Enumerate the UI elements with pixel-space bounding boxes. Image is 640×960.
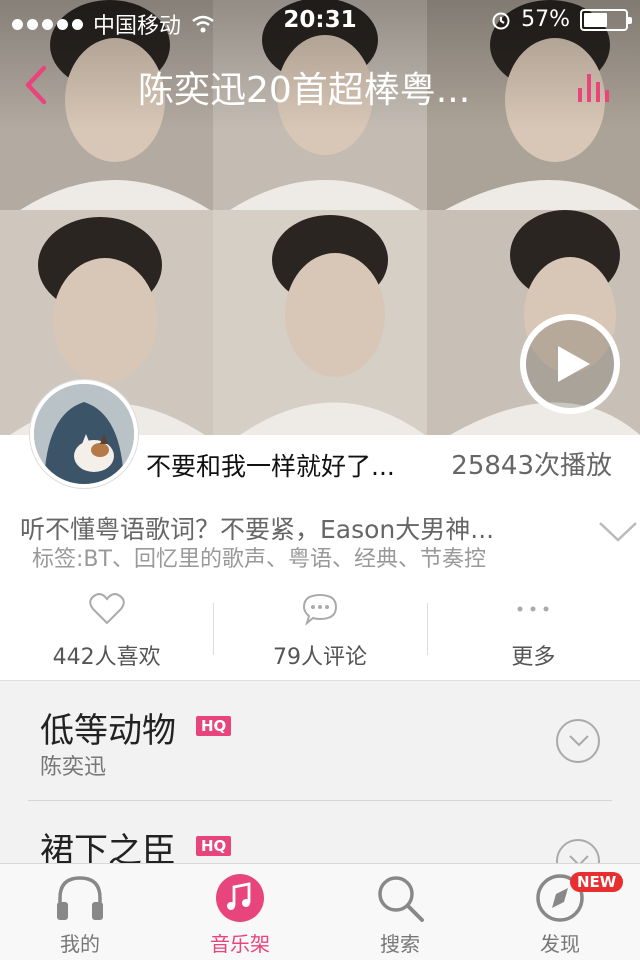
play-count: 25843次播放	[451, 451, 612, 481]
creator-avatar[interactable]	[30, 380, 138, 488]
hq-badge: HQ	[196, 836, 232, 856]
nav-bar: 陈奕迅20首超棒粤...	[0, 50, 640, 120]
tab-label: 我的	[60, 932, 100, 956]
chevron-down-icon	[569, 855, 589, 863]
tab-label: 音乐架	[210, 932, 270, 956]
song-row[interactable]: 裙下之臣 HQ	[28, 801, 612, 863]
hq-badge: HQ	[196, 716, 232, 736]
back-button[interactable]	[20, 62, 70, 108]
more-label: 更多	[511, 645, 556, 670]
new-badge: NEW	[570, 872, 624, 892]
more-button[interactable]: 更多	[426, 585, 640, 680]
play-icon	[558, 346, 590, 382]
status-bar: 中国移动 20:31 57%	[0, 0, 640, 40]
song-options-button[interactable]	[556, 839, 600, 863]
status-right: 57%	[491, 7, 632, 32]
music-note-icon	[216, 874, 264, 922]
comment-icon	[302, 593, 337, 626]
playlist-tags: 标签:BT、回忆里的歌声、粤语、经典、节奏控	[32, 547, 486, 572]
battery-level	[584, 12, 607, 27]
song-row[interactable]: 低等动物 HQ 陈奕迅	[28, 681, 612, 801]
avatar-image	[34, 384, 134, 484]
equalizer-icon	[578, 74, 609, 102]
song-title: 裙下之臣	[40, 831, 176, 863]
playlist-cover: 中国移动 20:31 57% 陈奕迅20首超棒粤...	[0, 0, 640, 435]
song-artist: 陈奕迅	[40, 755, 107, 780]
play-all-button[interactable]	[520, 314, 620, 414]
song-title: 低等动物	[40, 711, 176, 751]
alarm-icon	[492, 12, 510, 29]
page-title: 陈奕迅20首超棒粤...	[138, 70, 471, 111]
creator-name[interactable]: 不要和我一样就好了...	[146, 447, 436, 483]
tab-search[interactable]: 搜索	[320, 864, 480, 960]
playlist-info: 不要和我一样就好了... 25843次播放 听不懂粤语歌词？不要紧，Eason大…	[0, 380, 640, 680]
comment-count: 79人评论	[272, 645, 367, 670]
song-options-button[interactable]	[556, 719, 600, 763]
expand-description-button[interactable]	[598, 521, 638, 543]
tab-music-shelf[interactable]: 音乐架	[160, 864, 320, 960]
comment-button[interactable]: 79人评论	[213, 585, 426, 680]
tab-mine[interactable]: 我的	[0, 864, 160, 960]
tab-discover[interactable]: 发现 NEW	[480, 864, 640, 960]
action-bar: 442人喜欢 79人评论 更多	[0, 585, 640, 680]
more-icon	[517, 606, 549, 612]
battery-percent: 57%	[521, 7, 570, 32]
headphones-icon	[57, 876, 103, 920]
chevron-down-icon	[599, 522, 637, 542]
tab-label: 搜索	[380, 932, 420, 956]
now-playing-button[interactable]	[576, 68, 616, 104]
heart-icon	[88, 593, 125, 625]
song-list: 低等动物 HQ 陈奕迅 裙下之臣 HQ	[0, 680, 640, 863]
tab-label: 发现	[540, 932, 580, 956]
tab-bar: 我的 音乐架 搜索 发现 NEW	[0, 863, 640, 960]
chevron-left-icon	[25, 65, 47, 105]
like-button[interactable]: 442人喜欢	[0, 585, 213, 680]
battery-icon	[580, 8, 632, 31]
chevron-down-icon	[569, 735, 589, 747]
search-icon	[378, 876, 424, 922]
like-count: 442人喜欢	[52, 645, 161, 670]
